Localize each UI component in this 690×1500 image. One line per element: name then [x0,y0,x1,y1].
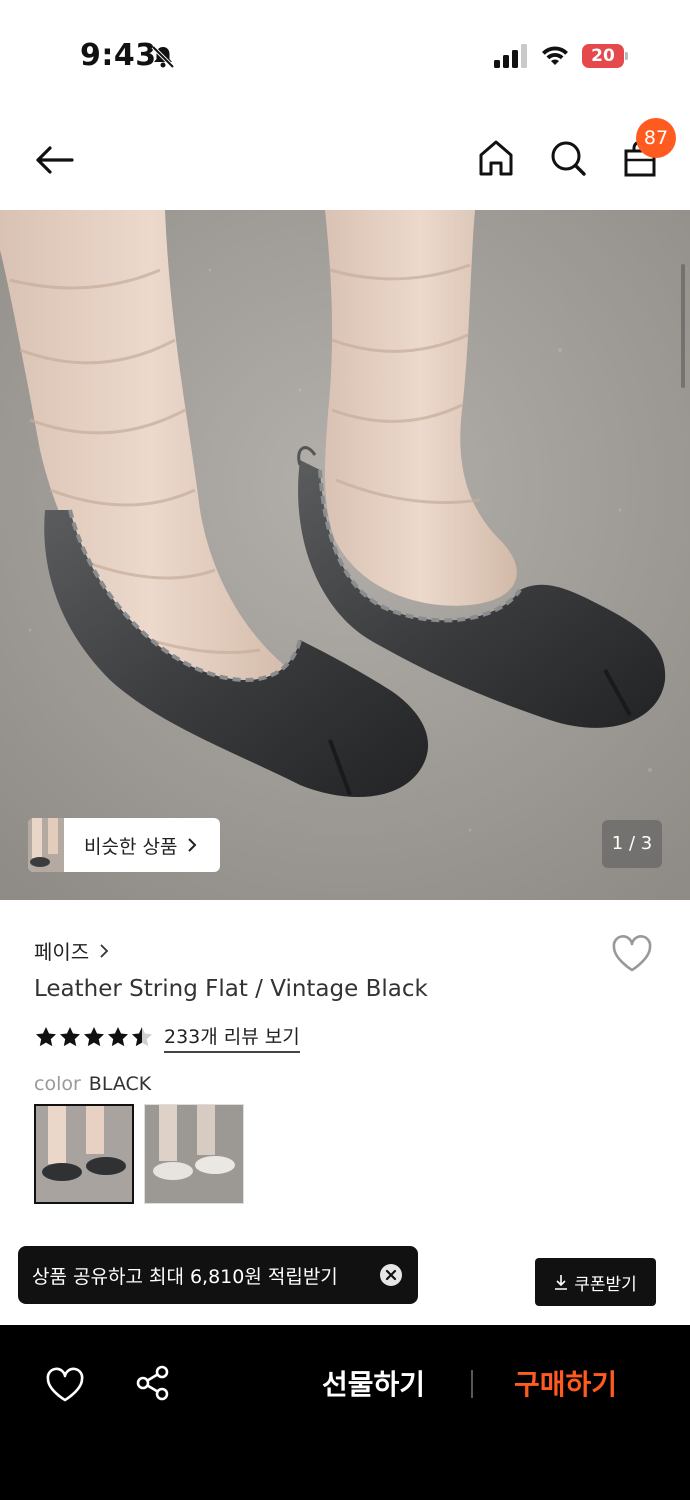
product-title: Leather String Flat / Vintage Black [34,976,428,1002]
wifi-icon [542,46,568,65]
top-navigation: 87 [0,110,690,210]
status-time: 9:43 [80,38,157,73]
close-icon[interactable] [380,1264,402,1286]
similar-products-button[interactable]: 비슷한 상품 [28,818,220,872]
star-icon [60,1027,80,1047]
star-icon [36,1027,56,1047]
divider [471,1370,473,1398]
coupon-label: 쿠폰받기 [574,1274,637,1295]
similar-thumbnail [28,818,64,872]
share-icon[interactable] [136,1365,170,1401]
battery-cap [625,52,628,60]
color-swatch-white[interactable] [144,1104,244,1204]
battery-level: 20 [591,46,615,66]
home-icon[interactable] [476,138,516,178]
share-reward-toast: 상품 공유하고 최대 6,810원 적립받기 [18,1246,418,1304]
similar-products-label: 비슷한 상품 [84,835,178,858]
brand-name: 페이즈 [34,940,90,964]
brand-link[interactable]: 페이즈 [34,936,109,965]
star-rating [34,1025,154,1049]
heart-icon[interactable] [46,1367,84,1403]
buy-button[interactable]: 구매하기 [514,1363,617,1403]
color-label: color [34,1073,81,1095]
back-arrow-icon[interactable] [32,140,76,180]
reviews-link[interactable]: 233개 리뷰 보기 [164,1022,300,1053]
color-swatch-black[interactable] [34,1104,134,1204]
cart-count-badge: 87 [636,118,676,158]
chevron-right-icon [188,838,197,852]
product-photo [0,210,690,900]
color-option-row: color BLACK [34,1073,151,1095]
star-half-icon [132,1027,152,1047]
search-icon[interactable] [548,138,588,178]
star-icon [84,1027,104,1047]
status-bar: 9:43 20 [0,0,690,110]
bottom-action-bar: 선물하기 구매하기 [0,1325,690,1500]
heart-icon[interactable] [610,934,654,974]
image-page-indicator: 1 / 3 [602,820,662,868]
toast-message: 상품 공유하고 최대 6,810원 적립받기 [32,1265,338,1288]
signal-icon [494,44,527,68]
bell-off-icon [151,45,175,69]
star-icon [108,1027,128,1047]
product-image-carousel[interactable]: 비슷한 상품 1 / 3 [0,210,690,900]
color-value: BLACK [88,1073,152,1095]
scroll-indicator[interactable] [681,264,685,388]
chevron-right-icon [100,943,109,958]
swatch-white-image [145,1105,243,1203]
gift-button[interactable]: 선물하기 [322,1363,425,1403]
download-icon [555,1275,568,1290]
rating-row: 233개 리뷰 보기 [34,1022,300,1053]
swatch-black-image [36,1106,132,1202]
coupon-download-button[interactable]: 쿠폰받기 [535,1258,656,1306]
battery-indicator: 20 [582,44,628,68]
